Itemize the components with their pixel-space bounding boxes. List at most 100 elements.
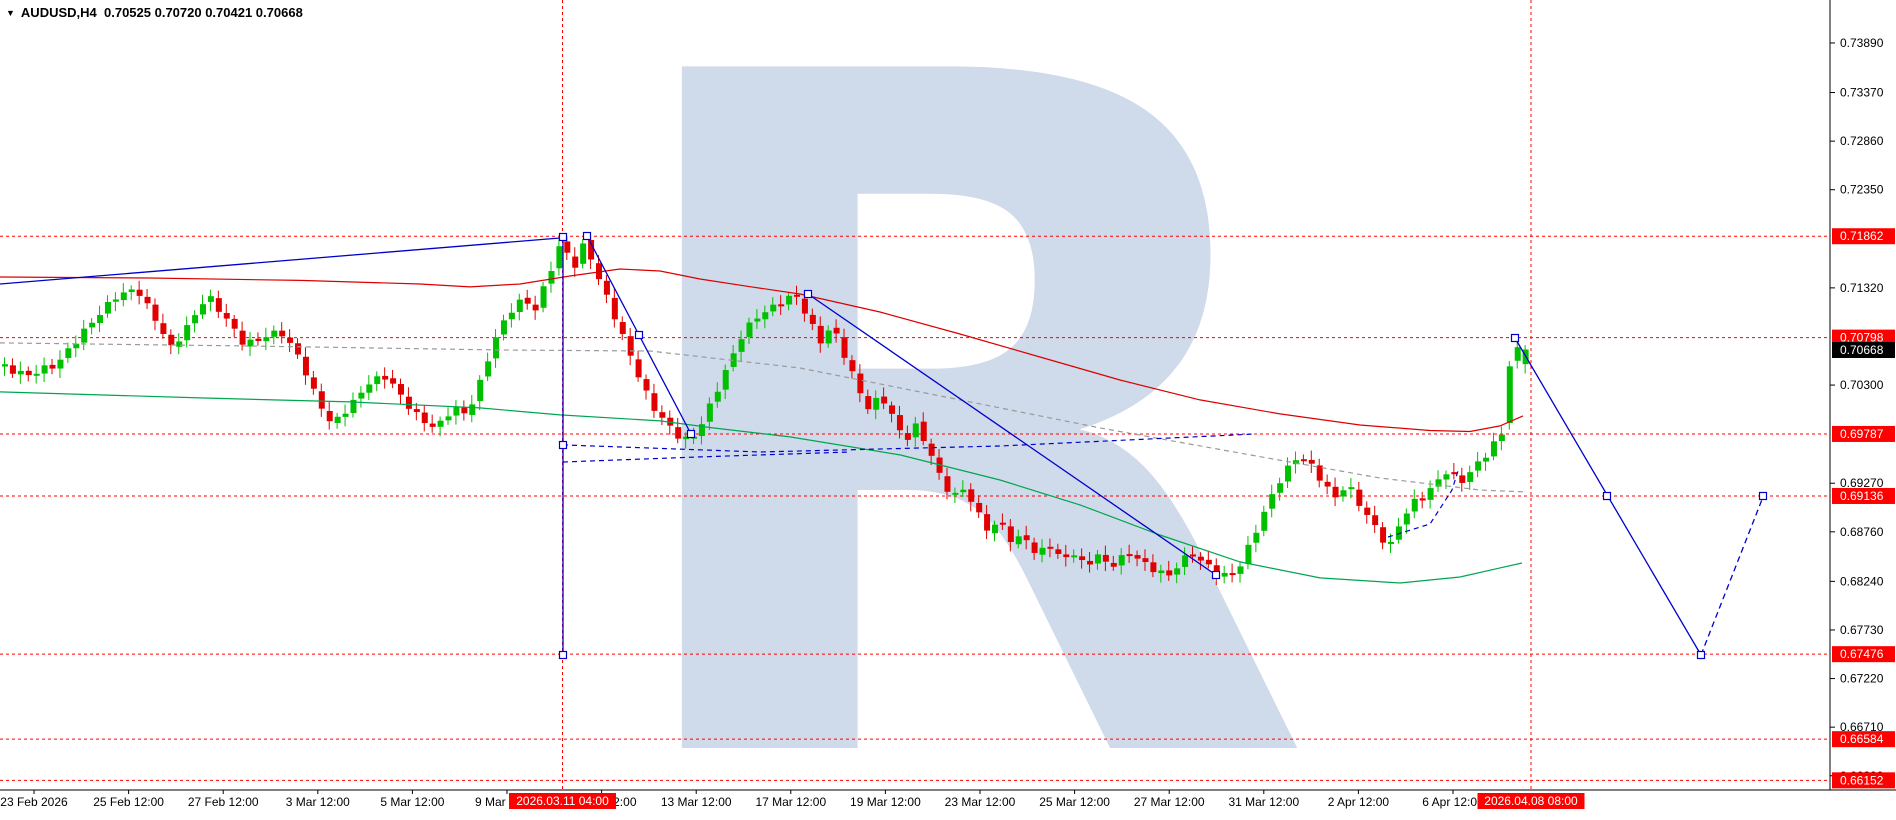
candle-body [296,344,301,354]
trading-chart-window: R 0.738900.733700.728600.723500.713200.7… [0,0,1896,820]
candle-body [929,444,934,455]
time-tick-label: 13 Mar 12:00 [661,795,732,809]
candle-body [185,326,190,340]
time-tick-label: 2 Apr 12:00 [1328,795,1390,809]
candle-body [406,397,411,408]
candle-body [1349,488,1354,489]
candle-body [1135,556,1140,558]
drawing-anchor-handle[interactable] [636,332,643,339]
drawing-anchor-handle[interactable] [560,442,567,449]
drawing-anchor-handle[interactable] [1604,493,1611,500]
candle-body [1151,563,1156,572]
candle-body [74,344,79,348]
candle-body [367,385,372,392]
candle-body [1389,542,1394,543]
candle-body [1499,435,1504,440]
candle-body [676,428,681,438]
symbol-dropdown-icon[interactable]: ▼ [6,8,15,18]
time-tick-label: 27 Feb 12:00 [188,795,259,809]
candle-body [660,413,665,418]
candle-body [533,305,538,310]
chart-canvas[interactable]: R 0.738900.733700.728600.723500.713200.7… [0,0,1896,820]
candle-body [121,293,126,300]
candle-body [985,515,990,530]
candle-body [486,362,491,376]
drawing-anchor-handle[interactable] [560,652,567,659]
candle-body [1040,548,1045,554]
drawing-anchor-handle[interactable] [1760,493,1767,500]
candle-body [169,335,174,344]
candle-body [581,244,586,263]
price-level-badge-value: 0.66584 [1840,732,1884,746]
price-level-badge-value: 0.66152 [1840,773,1884,787]
candle-body [1365,508,1370,514]
candle-body [1444,475,1449,479]
candle-body [858,374,863,393]
drawing-anchor-handle[interactable] [1698,652,1705,659]
candle-body [945,477,950,492]
candle-body [161,324,166,334]
candle-body [319,392,324,408]
candle-body [1103,555,1108,561]
time-tick-label: 25 Feb 12:00 [93,795,164,809]
candle-body [501,321,506,334]
symbol-header: ▼AUDUSD,H4 0.70525 0.70720 0.70421 0.706… [6,5,303,20]
candle-body [541,287,546,308]
candle-body [26,371,31,374]
trendline-rising[interactable] [0,238,560,284]
candle-body [644,380,649,390]
candle-body [1080,557,1085,560]
candle-body [1476,462,1481,470]
candle-body [1246,545,1251,563]
candle-body [842,338,847,358]
candle-body [1048,547,1053,548]
candle-body [66,349,71,358]
forecast-up-dashed[interactable] [1701,497,1763,655]
candle-body [604,281,609,294]
drawing-anchor-handle[interactable] [688,431,695,438]
candle-body [1468,473,1473,482]
candle-body [1262,512,1267,530]
candle-body [961,490,966,492]
candle-body [818,326,823,342]
candle-body [1159,571,1164,573]
candle-body [953,493,958,494]
candle-body [216,299,221,312]
candle-body [1270,495,1275,508]
candle-body [1381,528,1386,542]
candle-body [82,329,87,342]
price-tick-label: 0.67730 [1840,623,1884,637]
candle-body [1056,550,1061,554]
candle-body [1167,571,1172,575]
candle-body [1230,574,1235,575]
candle-body [771,305,776,311]
candle-body [826,331,831,343]
candle-body [557,247,562,268]
candle-body [208,297,213,302]
drawing-anchor-handle[interactable] [560,234,567,241]
candle-body [1008,527,1013,542]
candle-body [90,323,95,327]
candle-body [1301,460,1306,461]
time-tick-label: 6 Apr 12:00 [1422,795,1484,809]
candle-body [1064,555,1069,557]
drawing-anchor-handle[interactable] [1512,335,1519,342]
candle-body [1016,537,1021,544]
drawing-anchor-handle[interactable] [805,291,812,298]
drawing-anchor-handle[interactable] [584,233,591,240]
candle-body [787,296,792,304]
candle-body [1333,487,1338,497]
candle-body [335,417,340,422]
drawing-anchor-handle[interactable] [1213,572,1220,579]
candle-body [1515,348,1520,361]
candle-body [652,394,657,411]
crosshair-date-badge-value: 2026.03.11 04:00 [516,794,609,808]
candle-body [1420,499,1425,500]
candle-body [137,290,142,295]
time-tick-label: 23 Mar 12:00 [945,795,1016,809]
candle-body [430,424,435,426]
candle-body [755,319,760,321]
candle-body [145,297,150,302]
watermark-letter: R [596,0,1316,820]
candle-body [565,242,570,252]
